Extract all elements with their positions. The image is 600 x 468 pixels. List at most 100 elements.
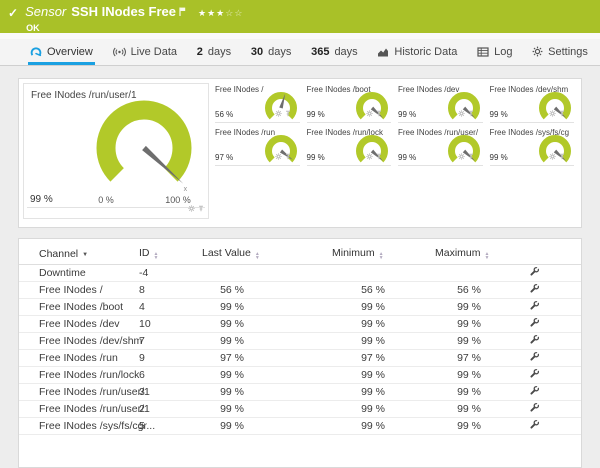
tile-gear-icon[interactable] <box>275 104 282 122</box>
tile-gear-icon[interactable] <box>366 104 373 122</box>
channel-edit-cell <box>521 282 581 299</box>
channel-cell: Free INodes /dev <box>19 316 139 333</box>
gauge-tile: Free INodes /dev/shm99 % <box>490 85 575 127</box>
channel-edit-wrench-icon[interactable] <box>529 402 540 413</box>
channel-edit-wrench-icon[interactable] <box>529 266 540 277</box>
maximum-cell: 97 % <box>429 350 521 367</box>
stars-empty: ☆☆ <box>225 8 243 18</box>
live-data-icon <box>113 47 126 57</box>
tab-label: days <box>268 46 291 58</box>
minimum-cell: 99 % <box>326 401 429 418</box>
column-label: Minimum <box>332 247 375 259</box>
channel-edit-cell <box>521 401 581 418</box>
tile-gear-icon[interactable] <box>458 147 465 165</box>
channel-edit-wrench-icon[interactable] <box>529 334 540 345</box>
tab-30-days[interactable]: 30 days <box>249 39 294 65</box>
tab-label: Overview <box>47 46 93 58</box>
priority-stars[interactable]: ★★★☆☆ <box>198 6 243 20</box>
channel-edit-wrench-icon[interactable] <box>529 317 540 328</box>
gauge-value: 99 % <box>307 110 325 119</box>
minimum-cell: 99 % <box>326 299 429 316</box>
channel-cell: Free INodes /boot <box>19 299 139 316</box>
log-icon <box>477 47 489 57</box>
channel-edit-wrench-icon[interactable] <box>529 368 540 379</box>
channel-edit-cell <box>521 265 581 282</box>
channel-table: Channel▼ID▲▼Last Value▲▼Minimum▲▼Maximum… <box>19 239 581 435</box>
gauge-value: 99 % <box>490 110 508 119</box>
minimum-cell: 97 % <box>326 350 429 367</box>
table-row: Free INodes /dev1099 %99 %99 % <box>19 316 581 333</box>
tile-toolbar <box>366 104 382 122</box>
tile-gear-icon[interactable] <box>549 104 556 122</box>
tab-bar: Overview Live Data 2days 30 days 365days Histo… <box>0 39 600 66</box>
channel-cell: Free INodes / <box>19 282 139 299</box>
tile-pin-icon[interactable] <box>198 199 204 217</box>
settings-gear-icon <box>532 46 543 57</box>
tile-gear-icon[interactable] <box>458 104 465 122</box>
tab-range-number: 30 <box>251 46 263 58</box>
channel-cell: Free INodes /dev/shm <box>19 333 139 350</box>
tab-log[interactable]: Log <box>475 39 514 65</box>
gauge-value: 99 % <box>398 153 416 162</box>
channel-edit-cell <box>521 384 581 401</box>
channel-table-panel: Channel▼ID▲▼Last Value▲▼Minimum▲▼Maximum… <box>18 238 582 468</box>
tile-pin-icon[interactable] <box>468 147 474 165</box>
id-cell: 4 <box>139 299 198 316</box>
tile-pin-icon[interactable] <box>285 104 291 122</box>
minimum-cell: 99 % <box>326 333 429 350</box>
tile-pin-icon[interactable] <box>559 104 565 122</box>
channel-edit-wrench-icon[interactable] <box>529 283 540 294</box>
gauge-tile: Free INodes /boot99 % <box>307 85 392 127</box>
tile-gear-icon[interactable] <box>275 147 282 165</box>
last-value-cell: 99 % <box>198 367 326 384</box>
channel-edit-wrench-icon[interactable] <box>529 385 540 396</box>
tile-toolbar <box>275 104 291 122</box>
tab-365-days[interactable]: 365days <box>309 39 360 65</box>
table-row: Free INodes /boot499 %99 %99 % <box>19 299 581 316</box>
channel-cell: Free INodes /run/lock <box>19 367 139 384</box>
column-header-maximum[interactable]: Maximum▲▼ <box>429 239 521 265</box>
channel-edit-cell <box>521 316 581 333</box>
tile-pin-icon[interactable] <box>376 104 382 122</box>
column-header-minimum[interactable]: Minimum▲▼ <box>326 239 429 265</box>
tab-label: Settings <box>548 46 588 58</box>
channel-edit-wrench-icon[interactable] <box>529 351 540 362</box>
channel-edit-wrench-icon[interactable] <box>529 300 540 311</box>
tab-2-days[interactable]: 2days <box>195 39 233 65</box>
column-header-channel[interactable]: Channel▼ <box>19 239 139 265</box>
tab-label: Live Data <box>131 46 177 58</box>
last-value-cell <box>198 265 326 282</box>
tile-divider <box>27 207 205 208</box>
tab-overview[interactable]: Overview <box>28 39 95 65</box>
column-header-id[interactable]: ID▲▼ <box>139 239 198 265</box>
last-value-cell: 97 % <box>198 350 326 367</box>
tile-divider <box>307 165 392 166</box>
tile-divider <box>398 122 483 123</box>
gauge-scale-start: 0 % <box>91 195 121 205</box>
tile-pin-icon[interactable] <box>376 147 382 165</box>
table-row: Free INodes /856 %56 %56 % <box>19 282 581 299</box>
tile-pin-icon[interactable] <box>285 147 291 165</box>
tile-gear-icon[interactable] <box>549 147 556 165</box>
tile-divider <box>215 165 300 166</box>
sensor-status-text: OK <box>26 23 243 33</box>
last-value-cell: 56 % <box>198 282 326 299</box>
sort-toggle-icon: ▲▼ <box>154 252 159 260</box>
channel-edit-wrench-icon[interactable] <box>529 419 540 430</box>
maximum-cell: 99 % <box>429 401 521 418</box>
tile-pin-icon[interactable] <box>468 104 474 122</box>
tile-pin-icon[interactable] <box>559 147 565 165</box>
tab-live-data[interactable]: Live Data <box>111 39 179 65</box>
tile-divider <box>307 122 392 123</box>
main-gauge-value: 99 % <box>30 194 53 205</box>
column-header-last-value[interactable]: Last Value▲▼ <box>198 239 326 265</box>
tile-gear-icon[interactable] <box>366 147 373 165</box>
tile-toolbar <box>188 199 204 217</box>
gauge-tile: Free INodes /dev99 % <box>398 85 483 127</box>
tab-historic-data[interactable]: Historic Data <box>375 39 459 65</box>
maximum-cell: 99 % <box>429 418 521 435</box>
tile-gear-icon[interactable] <box>188 199 195 217</box>
tab-settings[interactable]: Settings <box>530 39 590 65</box>
flag-icon <box>179 5 186 19</box>
stars-filled: ★★★ <box>198 8 225 18</box>
